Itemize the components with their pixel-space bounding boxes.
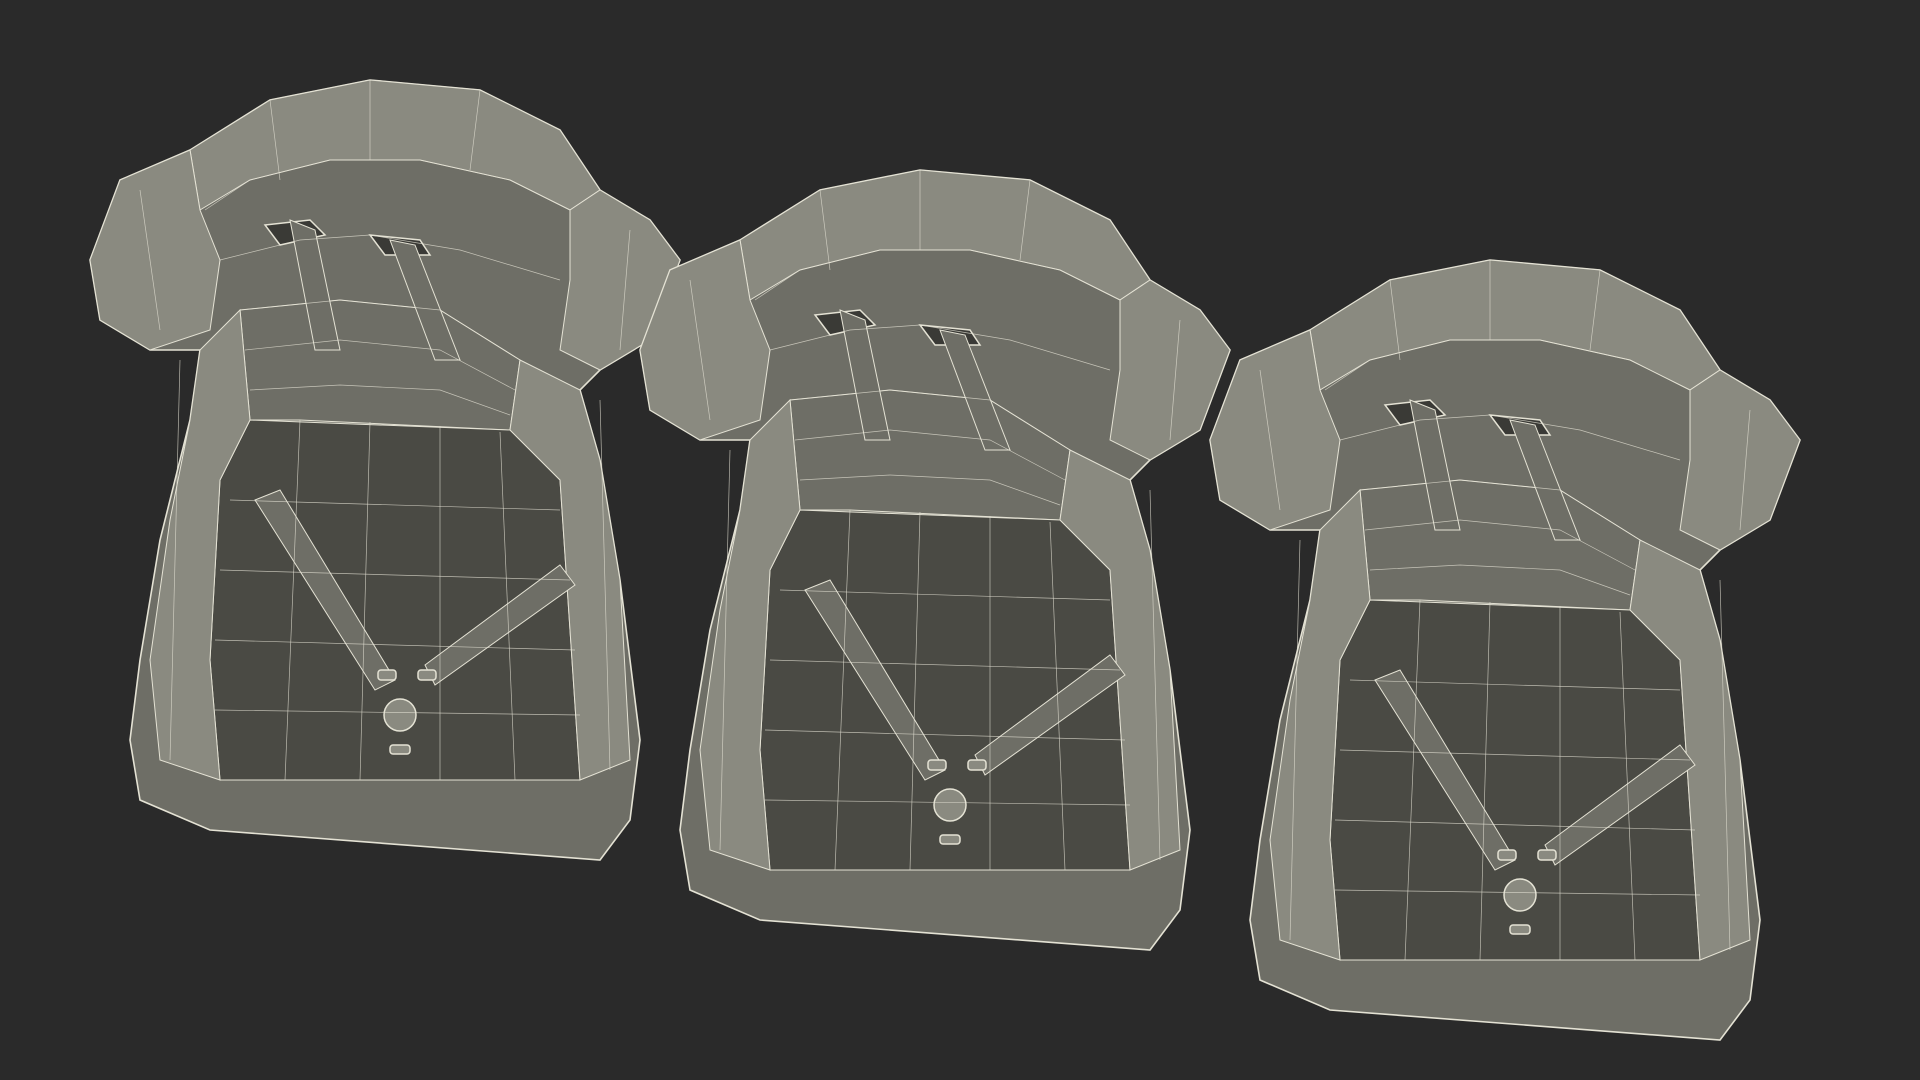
seat-3 bbox=[1209, 259, 1801, 1041]
seat-1 bbox=[89, 79, 681, 861]
wireframe-scene: .shell{fill:#6e6e66;stroke:#e4e2d4;strok… bbox=[89, 79, 1801, 1041]
seat-2 bbox=[639, 169, 1231, 951]
render-viewport: .shell{fill:#6e6e66;stroke:#e4e2d4;strok… bbox=[0, 0, 1920, 1080]
